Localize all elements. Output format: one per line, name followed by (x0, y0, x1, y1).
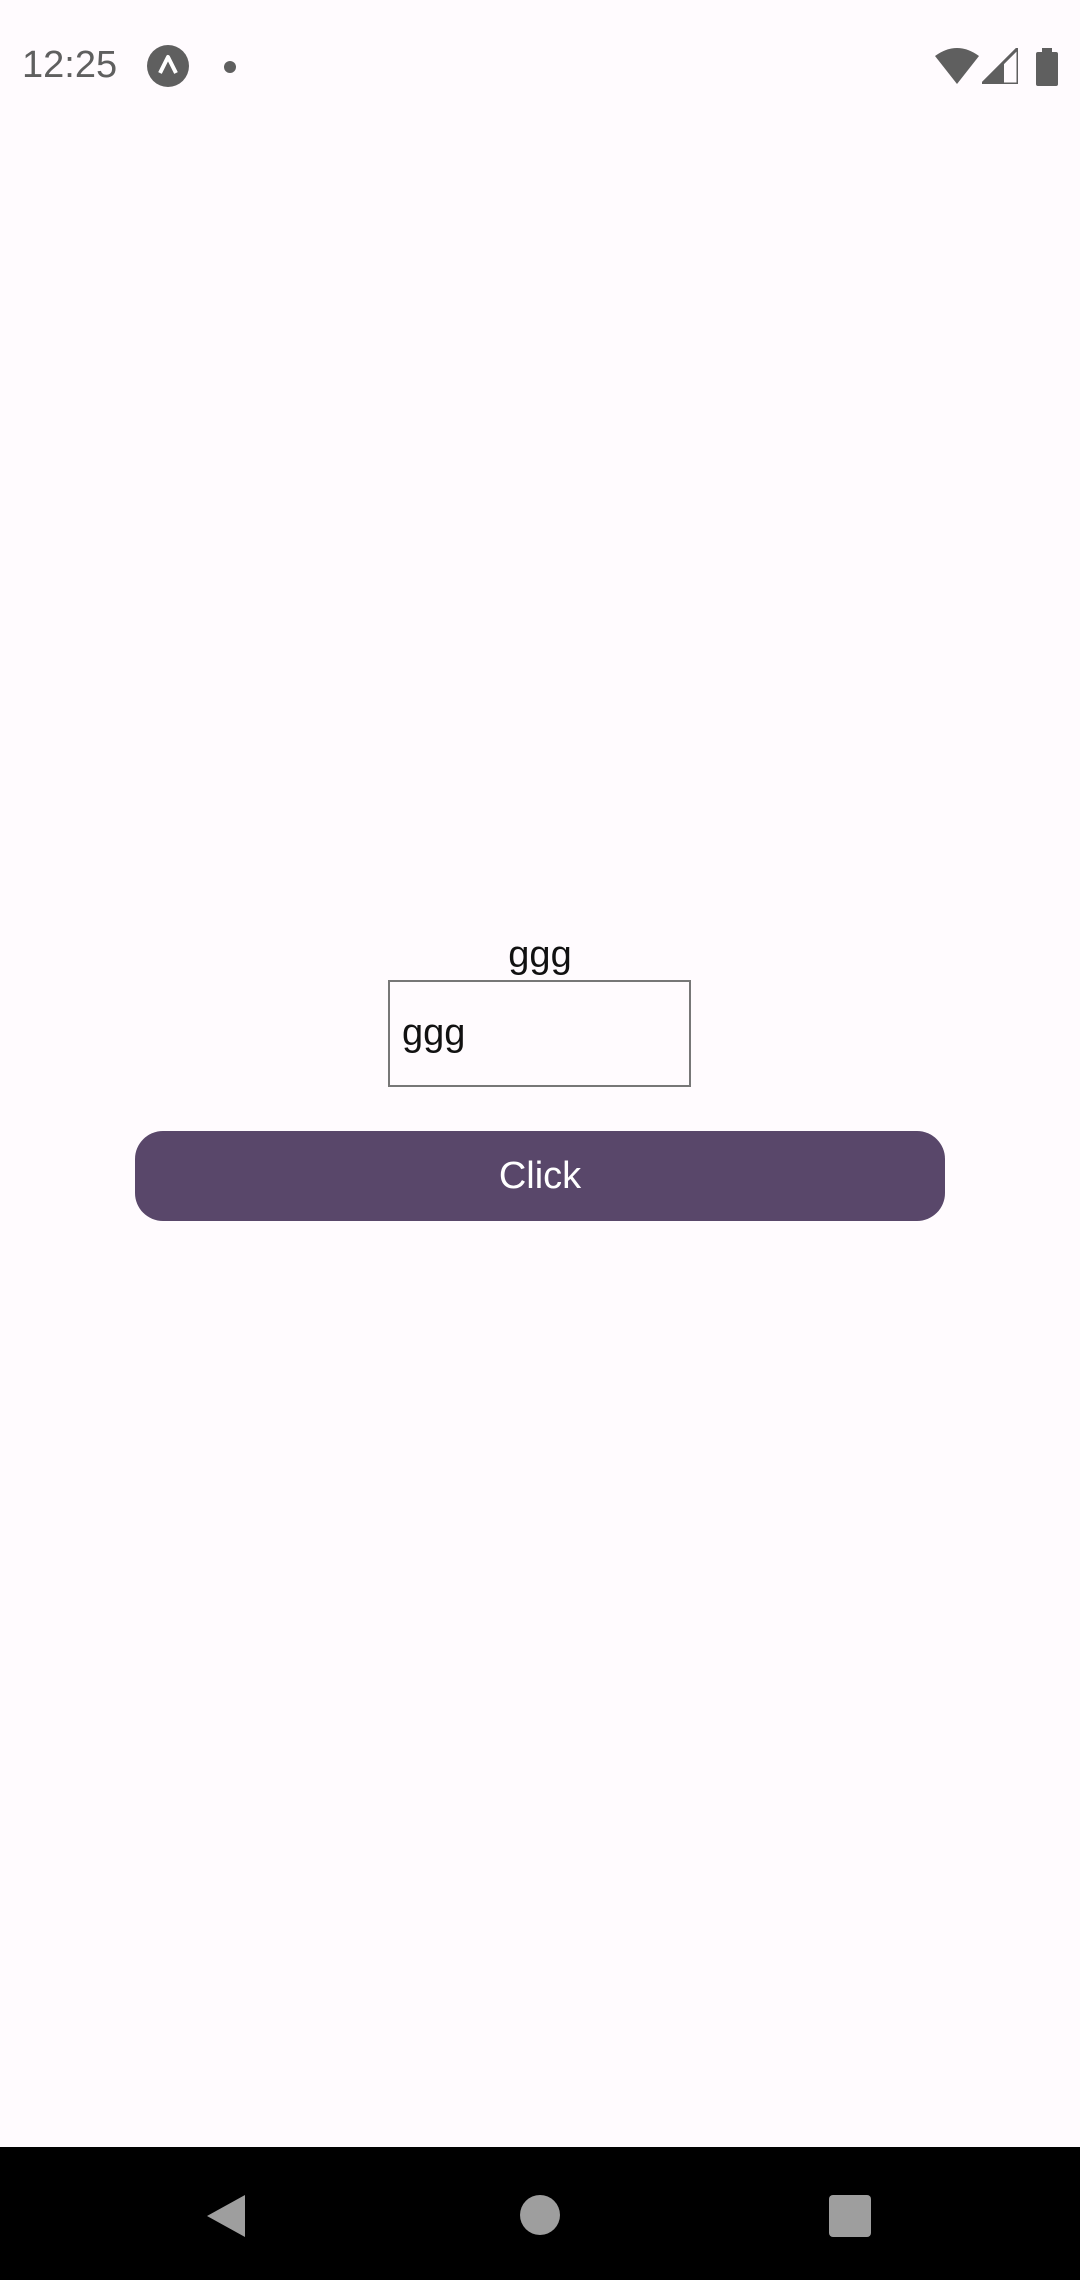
app-notification-icon (147, 45, 189, 87)
home-icon[interactable] (520, 2195, 560, 2235)
navigation-bar (0, 2147, 1080, 2280)
app-screen: 12:25 ggg Click (0, 0, 1080, 2280)
back-icon[interactable] (205, 2193, 247, 2239)
battery-icon (1036, 48, 1058, 86)
display-label: ggg (508, 934, 572, 976)
click-button[interactable]: Click (135, 1131, 945, 1221)
wifi-icon (935, 48, 979, 84)
dot-icon (224, 61, 236, 73)
text-input[interactable] (388, 980, 691, 1087)
recents-icon[interactable] (829, 2195, 871, 2237)
status-time: 12:25 (22, 44, 118, 86)
cell-signal-icon (978, 44, 1020, 86)
status-bar: 12:25 (0, 0, 1080, 135)
